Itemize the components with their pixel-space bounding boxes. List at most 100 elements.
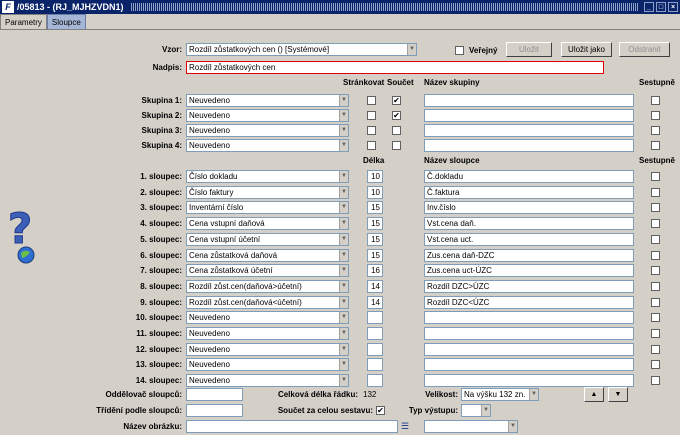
nadpis-input[interactable]: Rozdíl zůstatkových cen [186,61,604,74]
sestupne-checkbox[interactable] [651,219,660,229]
nazev-sloupce-input[interactable] [424,374,634,388]
sloupec-select[interactable]: Neuvedeno ▼ [186,327,349,340]
chevron-down-icon[interactable]: ▼ [339,249,348,261]
chevron-down-icon[interactable]: ▼ [407,44,416,55]
delka-input[interactable] [367,374,383,388]
sestupne-checkbox[interactable] [651,360,660,370]
sestupne-checkbox[interactable] [651,187,660,197]
strankovat-checkbox[interactable] [367,126,376,135]
delka-input[interactable] [367,342,383,356]
chevron-down-icon[interactable]: ▼ [339,328,348,339]
typ-vystupu-select[interactable]: ▼ [461,404,491,417]
tab-parametry[interactable]: Parametry [0,14,47,30]
delka-input[interactable]: 14 [367,295,383,309]
chevron-down-icon[interactable]: ▼ [529,389,538,400]
sloupec-select[interactable]: Číslo dokladu ▼ [186,170,349,183]
list-icon[interactable]: ☰ [401,421,411,432]
sloupec-select[interactable]: Rozdíl zůst.cen(daňová<účetní) ▼ [186,295,349,309]
sestupne-checkbox[interactable] [651,281,660,291]
chevron-down-icon[interactable]: ▼ [339,359,348,371]
sestupne-checkbox[interactable] [651,313,660,323]
odstranit-button[interactable]: Odstranit [619,42,670,57]
delka-input[interactable] [367,327,383,340]
nazev-sloupce-input[interactable]: Vst.cena daň. [424,217,634,231]
sestupne-checkbox[interactable] [651,250,660,260]
strankovat-checkbox[interactable] [367,96,376,105]
chevron-down-icon[interactable]: ▼ [339,125,348,136]
sloupec-select[interactable]: Cena vstupní daňová ▼ [186,217,349,231]
nazev-sloupce-input[interactable] [424,311,634,325]
nazev-sloupce-input[interactable]: Vst.cena uct. [424,232,634,246]
sestupne-checkbox[interactable] [651,172,660,181]
sloupec-select[interactable]: Rozdíl zůst.cen(daňová>účetní) ▼ [186,279,349,293]
minimize-icon[interactable]: _ [644,2,654,12]
sloupec-select[interactable]: Neuvedeno ▼ [186,342,349,356]
nazev-sloupce-input[interactable]: Č.faktura [424,185,634,199]
soucet-checkbox[interactable]: ✔ [392,111,401,120]
nazev-sloupce-input[interactable] [424,327,634,340]
sestupne-checkbox[interactable] [651,266,660,276]
chevron-down-icon[interactable]: ▼ [339,202,348,214]
chevron-down-icon[interactable]: ▼ [339,375,348,387]
delka-input[interactable] [367,311,383,325]
soucet-checkbox[interactable]: ✔ [392,96,401,105]
nazev-sloupce-input[interactable]: Zus.cena daň-DZC [424,248,634,262]
sloupec-select[interactable]: Neuvedeno ▼ [186,358,349,372]
ulozit-button[interactable]: Uložit [506,42,552,57]
skupina-select[interactable]: Neuvedeno ▼ [186,109,349,122]
strankovat-checkbox[interactable] [367,141,376,150]
skupina-select[interactable]: Neuvedeno ▼ [186,94,349,107]
verejny-checkbox[interactable] [455,46,464,55]
delka-input[interactable]: 15 [367,248,383,262]
chevron-down-icon[interactable]: ▼ [339,233,348,245]
sloupec-select[interactable]: Neuvedeno ▼ [186,311,349,325]
nazev-sloupce-input[interactable]: Inv.číslo [424,201,634,215]
tab-sloupce[interactable]: Sloupce [46,14,86,30]
nazev-sloupce-input[interactable]: Č.dokladu [424,170,634,183]
sloupec-select[interactable]: Neuvedeno ▼ [186,374,349,388]
nazev-sloupce-input[interactable] [424,358,634,372]
delka-input[interactable]: 14 [367,279,383,293]
obrazek-input[interactable] [186,420,398,433]
sloupec-select[interactable]: Cena zůstatková daňová ▼ [186,248,349,262]
chevron-down-icon[interactable]: ▼ [481,405,490,416]
maximize-icon[interactable]: □ [656,2,666,12]
sloupec-select[interactable]: Cena vstupní účetní ▼ [186,232,349,246]
sestupne-checkbox[interactable] [651,96,660,105]
sestupne-checkbox[interactable] [651,329,660,338]
delka-input[interactable] [367,358,383,372]
trideni-input[interactable] [186,404,243,417]
chevron-down-icon[interactable]: ▼ [339,312,348,324]
obrazek-extra-select[interactable]: ▼ [424,420,518,433]
chevron-down-icon[interactable]: ▼ [339,343,348,355]
nazev-sloupce-input[interactable]: Rozdíl DZC<ÚZC [424,295,634,309]
chevron-down-icon[interactable]: ▼ [339,110,348,121]
nazev-skupiny-input[interactable] [424,124,634,137]
move-down-button[interactable]: ▼ [608,387,628,402]
nazev-skupiny-input[interactable] [424,94,634,107]
nazev-sloupce-input[interactable]: Rozdíl DZC>ÚZC [424,279,634,293]
nazev-skupiny-input[interactable] [424,109,634,122]
soucet-celkem-checkbox[interactable]: ✔ [376,406,385,415]
chevron-down-icon[interactable]: ▼ [339,218,348,230]
sestupne-checkbox[interactable] [651,141,660,150]
skupina-select[interactable]: Neuvedeno ▼ [186,139,349,152]
vzor-select[interactable]: Rozdíl zůstatkových cen () [Systémové] ▼ [186,43,417,56]
help-icon[interactable]: ? [0,205,42,265]
chevron-down-icon[interactable]: ▼ [339,95,348,106]
chevron-down-icon[interactable]: ▼ [339,296,348,308]
ulozit-jako-button[interactable]: Uložit jako [561,42,612,57]
chevron-down-icon[interactable]: ▼ [339,171,348,182]
sestupne-checkbox[interactable] [651,234,660,244]
sestupne-checkbox[interactable] [651,344,660,354]
soucet-checkbox[interactable] [392,126,401,135]
nazev-sloupce-input[interactable] [424,342,634,356]
sestupne-checkbox[interactable] [651,126,660,135]
delka-input[interactable]: 15 [367,201,383,215]
sestupne-checkbox[interactable] [651,297,660,307]
chevron-down-icon[interactable]: ▼ [339,265,348,277]
delka-input[interactable]: 15 [367,217,383,231]
chevron-down-icon[interactable]: ▼ [339,280,348,292]
velikost-select[interactable]: Na výšku 132 zn. ▼ [461,388,539,401]
sloupec-select[interactable]: Inventární číslo ▼ [186,201,349,215]
